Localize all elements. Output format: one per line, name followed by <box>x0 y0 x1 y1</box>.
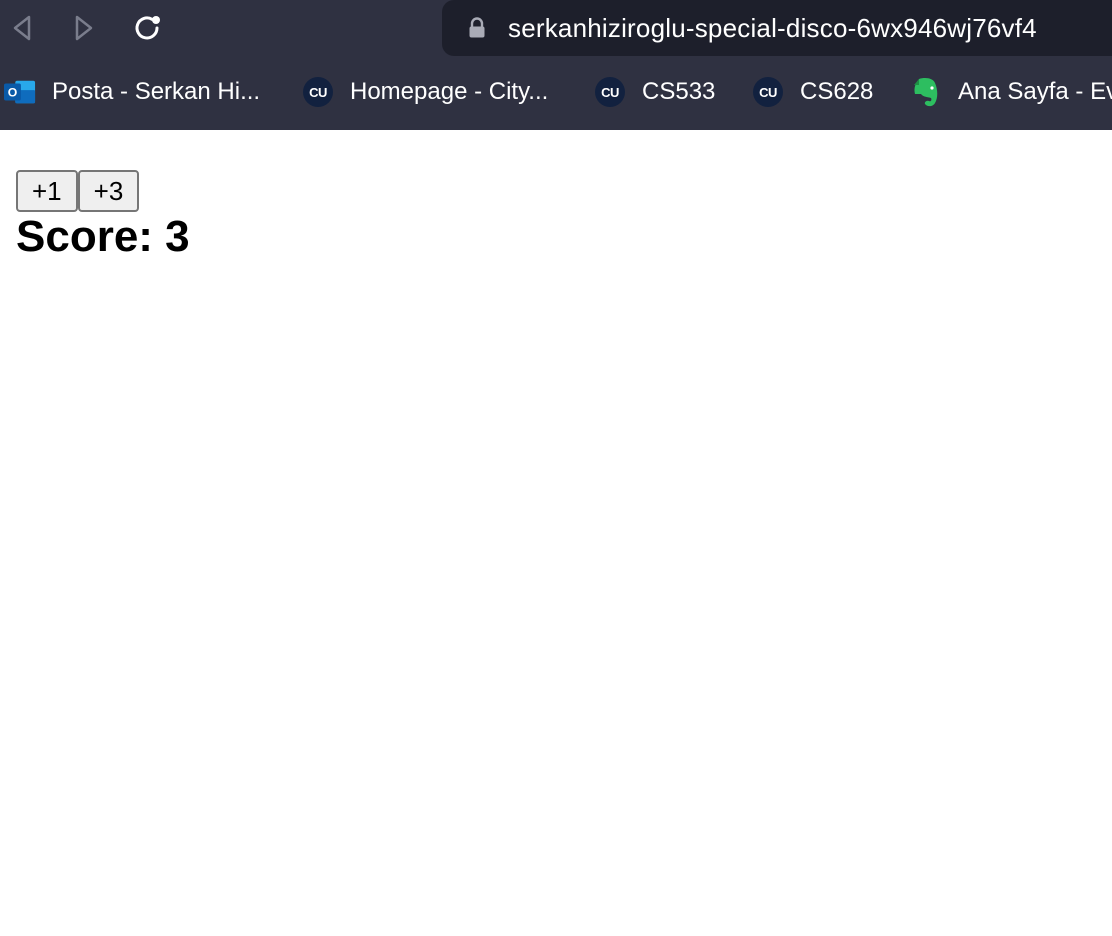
browser-toolbar: serkanhiziroglu-special-disco-6wx946wj76… <box>0 0 1112 60</box>
bookmark-label: CS533 <box>642 78 716 105</box>
bookmark-cs628[interactable]: CU CS628 <box>752 72 873 112</box>
url-text[interactable]: serkanhiziroglu-special-disco-6wx946wj76… <box>508 13 1037 44</box>
back-arrow-icon <box>13 15 31 41</box>
cu-badge: CU <box>303 77 333 107</box>
bookmarks-bar: O Posta - Serkan Hi... CU Homepage - Cit… <box>0 64 1112 120</box>
add-three-button[interactable]: +3 <box>77 170 140 212</box>
reload-icon <box>135 16 160 40</box>
address-bar[interactable]: serkanhiziroglu-special-disco-6wx946wj76… <box>442 0 1112 56</box>
score-heading: Score: 3 <box>16 212 190 261</box>
add-one-button[interactable]: +1 <box>16 170 78 212</box>
cu-icon: CU <box>302 76 334 108</box>
back-button[interactable] <box>2 8 42 48</box>
cu-icon: CU <box>752 76 784 108</box>
cu-badge: CU <box>595 77 625 107</box>
bookmark-homepage[interactable]: CU Homepage - City... <box>302 72 548 112</box>
forward-arrow-icon <box>75 15 93 41</box>
browser-chrome: serkanhiziroglu-special-disco-6wx946wj76… <box>0 0 1112 130</box>
bookmark-label: Ana Sayfa - Ev <box>958 78 1112 105</box>
bookmark-ana-sayfa[interactable]: Ana Sayfa - Ev <box>910 72 1112 112</box>
bookmark-cs533[interactable]: CU CS533 <box>594 72 715 112</box>
cu-icon: CU <box>594 76 626 108</box>
bookmark-label: Posta - Serkan Hi... <box>52 78 261 105</box>
bookmark-label: CS628 <box>800 78 874 105</box>
bookmark-posta[interactable]: O Posta - Serkan Hi... <box>4 72 260 112</box>
evernote-icon <box>910 76 942 108</box>
page-content: +1 +3 Score: 3 <box>0 130 1112 936</box>
cu-badge: CU <box>753 77 783 107</box>
reload-button[interactable] <box>128 8 168 48</box>
lock-icon <box>468 17 486 39</box>
outlook-badge-text: O <box>8 86 18 100</box>
forward-button[interactable] <box>64 8 104 48</box>
bookmark-label: Homepage - City... <box>350 78 549 105</box>
outlook-icon: O <box>4 76 36 108</box>
score-button-row: +1 +3 <box>16 170 140 212</box>
